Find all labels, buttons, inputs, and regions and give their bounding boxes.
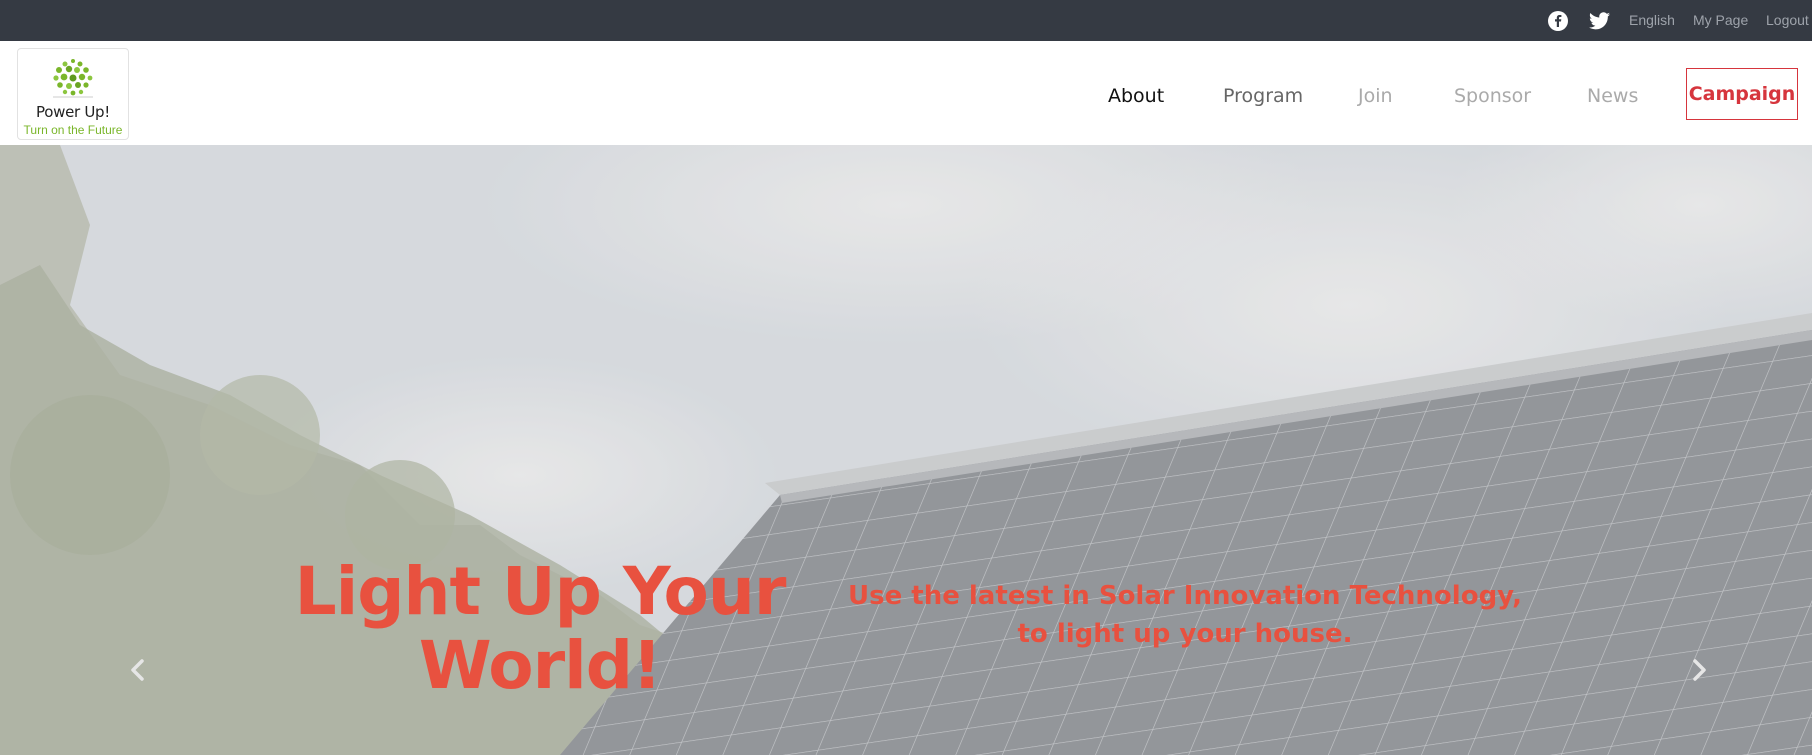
- nav-item-sponsor[interactable]: Sponsor: [1454, 85, 1531, 107]
- hero-title: Light Up Your World!: [294, 553, 787, 704]
- hero-subtitle: Use the latest in Solar Innovation Techn…: [848, 581, 1522, 649]
- nav-item-about[interactable]: About: [1108, 85, 1164, 107]
- logout-link[interactable]: Logout: [1766, 12, 1809, 28]
- chevron-right-icon: [1693, 659, 1706, 681]
- twitter-icon[interactable]: [1588, 10, 1610, 32]
- hero-overlay: [0, 145, 1812, 755]
- chevron-left-icon: [131, 659, 144, 681]
- site-logo[interactable]: Power Up! Turn on the Future: [17, 48, 129, 140]
- facebook-icon[interactable]: [1547, 10, 1569, 32]
- carousel-prev-button[interactable]: [122, 650, 152, 690]
- my-page-link[interactable]: My Page: [1693, 12, 1748, 28]
- logo-brand-name: Power Up!: [36, 103, 110, 121]
- logo-tagline: Turn on the Future: [23, 123, 123, 137]
- nav-item-join[interactable]: Join: [1358, 85, 1393, 107]
- nav-item-program[interactable]: Program: [1223, 85, 1303, 107]
- hero-carousel: Light Up Your World! Use the latest in S…: [0, 145, 1812, 755]
- campaign-button[interactable]: Campaign: [1686, 68, 1798, 120]
- top-utility-bar: English My Page Logout: [0, 0, 1812, 41]
- language-link[interactable]: English: [1629, 12, 1675, 28]
- logo-globe-icon: [53, 59, 93, 98]
- carousel-next-button[interactable]: [1685, 650, 1715, 690]
- nav-item-news[interactable]: News: [1587, 85, 1638, 107]
- main-header: Power Up! Turn on the Future About Progr…: [0, 41, 1812, 145]
